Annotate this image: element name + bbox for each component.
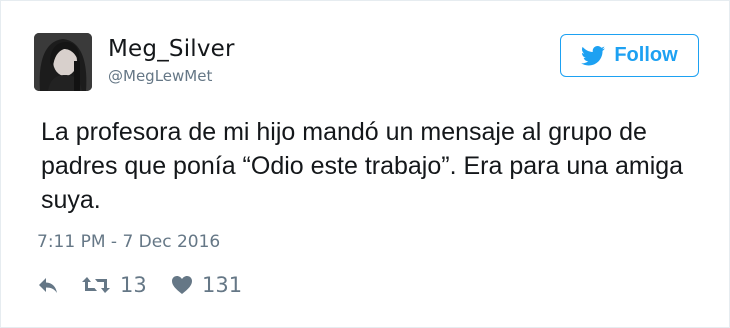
user-handle[interactable]: @MegLewMet [108,67,212,85]
follow-button[interactable]: Follow [560,34,699,77]
tweet-text: La profesora de mi hijo mandó un mensaje… [41,118,684,214]
display-name[interactable]: Meg_Silver [108,36,235,62]
retweet-count: 13 [120,273,147,297]
heart-icon [172,276,192,294]
avatar[interactable] [34,33,92,91]
profile-photo-icon [34,33,92,91]
tweet-actions: 13 131 [37,270,337,300]
follow-label: Follow [614,44,678,66]
like-button[interactable]: 131 [171,270,242,300]
retweet-icon [82,277,110,293]
retweet-button[interactable]: 13 [81,270,147,300]
reply-icon [39,278,57,293]
tweet-card: Meg_Silver @MegLewMet Follow La profesor… [0,0,730,328]
tweet-timestamp[interactable]: 7:11 PM - 7 Dec 2016 [37,232,220,252]
reply-button[interactable] [37,270,59,300]
like-count: 131 [202,273,243,297]
twitter-bird-icon [581,45,606,65]
